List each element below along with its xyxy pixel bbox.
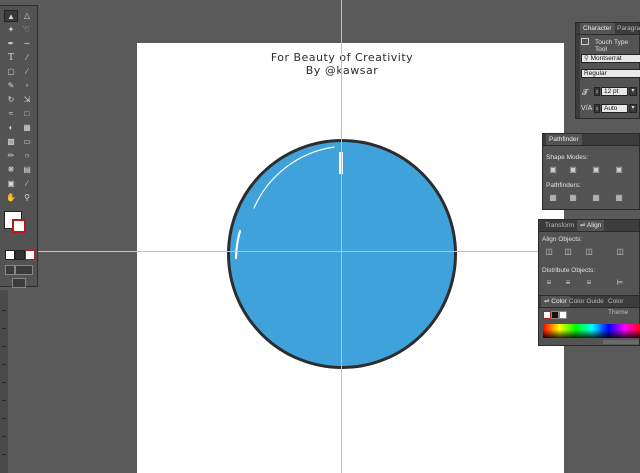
mesh-tool-icon[interactable]: ▩	[4, 136, 18, 148]
tab-paragraph[interactable]: Paragra	[614, 23, 640, 34]
toolbox: ▲ △ ✦ ➰ ✒ ∽ T ∕ ▢ ∕ ✎ ▫ ↻ ⇲ ≈ □ ◐ ▦ ▩ ▭ …	[0, 5, 38, 288]
divide-icon[interactable]: ▦	[548, 193, 558, 202]
pathfinders-label: Pathfinders:	[546, 182, 581, 189]
tracking-dropdown[interactable]: ▾	[629, 104, 637, 113]
unite-icon[interactable]: ▣	[548, 165, 558, 174]
scale-tool-icon[interactable]: ⇲	[20, 94, 34, 106]
pencil-tool-icon[interactable]: ✎	[4, 80, 18, 92]
tab-transform[interactable]: Transform	[542, 220, 577, 231]
draw-mode-icon[interactable]	[5, 265, 15, 275]
merge-icon[interactable]: ▦	[591, 193, 601, 202]
font-style-field[interactable]: Regular	[581, 69, 640, 78]
shape-modes-label: Shape Modes:	[546, 154, 588, 161]
symbol-sprayer-tool-icon[interactable]: ❋	[4, 164, 18, 176]
crop-icon[interactable]: ▦	[614, 193, 624, 202]
pathfinder-panel: Pathfinder Shape Modes: ▣ ▣ ▣ ▣ Pathfind…	[542, 133, 640, 210]
align-center-icon[interactable]: ◫	[563, 247, 573, 256]
gradient-mode-icon[interactable]	[15, 250, 25, 260]
curvature-tool-icon[interactable]: ∽	[20, 38, 34, 50]
touch-type-icon[interactable]	[581, 38, 589, 45]
vertical-guide[interactable]	[341, 0, 342, 473]
white-swatch[interactable]	[559, 311, 567, 319]
eyedropper-tool-icon[interactable]: ✏	[4, 150, 18, 162]
tracking-icon: V/A	[581, 105, 593, 112]
tab-pathfinder[interactable]: Pathfinder	[546, 134, 582, 145]
tracking-stepper[interactable]: ⇕	[594, 104, 600, 113]
artboard-tool-icon[interactable]: ▣	[4, 178, 18, 190]
warp-tool-icon[interactable]: ≈	[4, 108, 18, 120]
blue-circle-artwork[interactable]	[226, 138, 458, 370]
tab-character[interactable]: Character	[580, 23, 615, 34]
magic-wand-tool-icon[interactable]: ✦	[4, 24, 18, 36]
draw-behind-icon[interactable]	[15, 265, 33, 275]
rectangle-tool-icon[interactable]: ▢	[4, 66, 18, 78]
zoom-tool-icon[interactable]: ⚲	[20, 192, 34, 204]
circle-shape[interactable]	[227, 139, 457, 369]
align-objects-label: Align Objects:	[542, 236, 583, 243]
line-tool-icon[interactable]: ∕	[20, 52, 34, 64]
shape-builder-tool-icon[interactable]: ◐	[4, 122, 18, 134]
character-panel: Character Paragra Touch Type Tool ⚲ Mont…	[575, 22, 640, 119]
color-mode-icon[interactable]	[5, 250, 15, 260]
tracking-field[interactable]: Auto	[601, 104, 628, 113]
pen-tool-icon[interactable]: ✒	[4, 38, 18, 50]
artboard-subtitle-text[interactable]: By @kawsar	[137, 65, 547, 77]
exclude-icon[interactable]: ▣	[614, 165, 624, 174]
black-swatch[interactable]	[551, 311, 559, 319]
distribute-top-icon[interactable]: ≡	[544, 278, 554, 287]
color-tab-bar: ⇌ Color Color Guide Color Theme	[539, 295, 639, 316]
align-panel: Transform ⇌ Align Align Objects: ◫ ◫ ◫ ◫…	[538, 219, 640, 346]
selection-tool-icon[interactable]: ▲	[4, 10, 18, 22]
left-ruler-strip	[0, 290, 8, 473]
trim-icon[interactable]: ▦	[568, 193, 578, 202]
intersect-icon[interactable]: ▣	[591, 165, 601, 174]
screen-mode-icon[interactable]	[12, 278, 26, 288]
panel-resize-handle[interactable]	[603, 340, 639, 344]
font-family-field[interactable]: ⚲ Montserrat	[581, 54, 640, 63]
distribute-center-icon[interactable]: ≡	[563, 278, 573, 287]
rotate-tool-icon[interactable]: ↻	[4, 94, 18, 106]
tab-color-themes[interactable]: Color Theme	[605, 296, 639, 316]
distribute-bottom-icon[interactable]: ≡	[584, 278, 594, 287]
touch-type-tool-label[interactable]: Touch Type Tool	[595, 39, 639, 53]
slice-tool-icon[interactable]: ∕	[20, 178, 34, 190]
distribute-left-icon[interactable]: ⊨	[615, 278, 625, 287]
search-icon: ⚲	[584, 55, 591, 62]
minus-front-icon[interactable]: ▣	[568, 165, 578, 174]
free-transform-tool-icon[interactable]: □	[20, 108, 34, 120]
font-size-field[interactable]: 12 pt	[601, 87, 628, 96]
graph-tool-icon[interactable]: ▤	[20, 164, 34, 176]
gradient-tool-icon[interactable]: ▭	[20, 136, 34, 148]
align-left-icon[interactable]: ◫	[544, 247, 554, 256]
font-size-dropdown[interactable]: ▾	[629, 87, 637, 96]
type-tool-icon[interactable]: T	[4, 52, 18, 64]
stroke-swatch[interactable]	[12, 219, 26, 233]
tab-align[interactable]: ⇌ Align	[577, 220, 605, 231]
blend-tool-icon[interactable]: ○	[20, 150, 34, 162]
artboard-title-text[interactable]: For Beauty of Creativity	[137, 52, 547, 64]
perspective-tool-icon[interactable]: ▦	[20, 122, 34, 134]
align-top-icon[interactable]: ◫	[615, 247, 625, 256]
direct-selection-tool-icon[interactable]: △	[20, 10, 34, 22]
eraser-tool-icon[interactable]: ▫	[20, 80, 34, 92]
distribute-objects-label: Distribute Objects:	[542, 267, 596, 274]
lasso-tool-icon[interactable]: ➰	[20, 24, 34, 36]
font-size-icon: 𝓣	[582, 88, 589, 97]
color-spectrum[interactable]	[543, 324, 640, 338]
none-swatch-icon[interactable]	[543, 311, 551, 319]
tab-color-guide[interactable]: Color Guide	[566, 296, 607, 307]
font-size-stepper[interactable]: ⇕	[594, 87, 600, 96]
paintbrush-tool-icon[interactable]: ∕	[20, 66, 34, 78]
hand-tool-icon[interactable]: ✋	[4, 192, 18, 204]
none-mode-icon[interactable]	[25, 250, 35, 260]
align-right-icon[interactable]: ◫	[584, 247, 594, 256]
